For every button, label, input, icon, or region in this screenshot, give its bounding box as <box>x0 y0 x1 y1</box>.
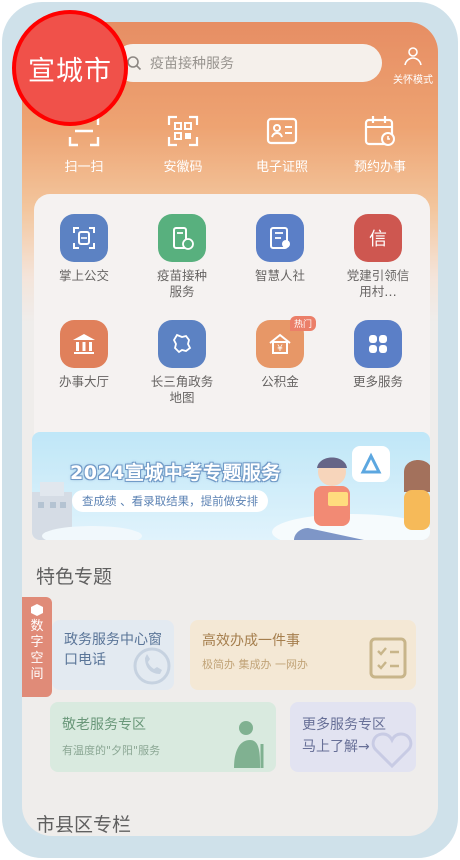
quick-action-e-license[interactable]: 电子证照 <box>230 114 334 175</box>
service-housing-fund[interactable]: 热门 ¥ 公积金 <box>232 316 328 390</box>
service-label: 更多服务 <box>352 374 403 389</box>
elderly-icon <box>234 721 264 768</box>
phone-icon <box>133 647 171 685</box>
credit-icon: 信 <box>354 214 402 262</box>
section-title-county: 市县区专栏 <box>36 814 132 836</box>
city-badge[interactable]: 宣城市 <box>12 10 128 126</box>
search-bar[interactable]: 疫苗接种服务 <box>114 44 382 82</box>
digital-space-tab[interactable]: 数字空间 <box>22 597 52 697</box>
qr-code-icon <box>167 115 199 147</box>
cube-icon <box>31 604 43 616</box>
heart-icon <box>371 732 413 769</box>
care-mode-label: 关怀模式 <box>393 75 433 86</box>
search-icon <box>127 56 142 71</box>
service-yangtze-map[interactable]: 长三角政务地图 <box>134 320 230 406</box>
section-title-featured: 特色专题 <box>36 566 113 588</box>
vaccine-icon <box>158 214 206 262</box>
card-one-thing[interactable]: 高效办成一件事 极简办 集成办 一网办 <box>190 620 416 690</box>
certificate-icon <box>256 214 304 262</box>
hot-badge: 热门 <box>290 316 317 331</box>
quick-action-label: 预约办事 <box>353 160 406 175</box>
service-bus[interactable]: 掌上公交 <box>36 214 132 284</box>
service-vaccine[interactable]: 疫苗接种服务 <box>134 214 230 300</box>
banner-title: 2024宣城中考专题服务 <box>70 462 281 484</box>
service-social-security[interactable]: 智慧人社 <box>232 214 328 284</box>
quick-action-label: 安徽码 <box>163 160 203 175</box>
service-hall[interactable]: 办事大厅 <box>36 320 132 390</box>
hall-icon <box>60 320 108 368</box>
banner-subtitle: 查成绩 、看录取结果，提前做安排 <box>72 490 269 512</box>
card-subtitle: 马上了解→ <box>302 739 370 755</box>
card-elderly-service[interactable]: 敬老服务专区 有温度的"夕阳"服务 <box>50 702 276 772</box>
services-panel: 掌上公交 疫苗接种服务 智慧人社 信 党建引领信用村… 办事大厅 长三角政务地图… <box>34 194 430 454</box>
checklist-icon <box>369 637 407 679</box>
service-label: 党建引领信用村… <box>346 268 410 299</box>
search-placeholder: 疫苗接种服务 <box>150 56 234 72</box>
id-card-icon <box>266 117 298 145</box>
city-label: 宣城市 <box>28 55 112 87</box>
quick-action-label: 扫一扫 <box>64 160 104 175</box>
card-title: 高效办成一件事 <box>202 633 300 649</box>
calendar-icon <box>364 116 395 146</box>
grid-icon <box>354 320 402 368</box>
app-screen: 疫苗接种服务 关怀模式 扫一扫 安徽码 电子证照 预约办事 掌上公交 疫苗接种服… <box>22 22 438 836</box>
user-icon <box>404 47 422 66</box>
bus-card-icon <box>60 214 108 262</box>
service-label: 办事大厅 <box>58 374 109 389</box>
svg-text:信: 信 <box>369 229 387 250</box>
svg-text:¥: ¥ <box>277 344 283 354</box>
side-tab-label: 数字空间 <box>30 619 44 682</box>
card-service-phone[interactable]: 政务服务中心窗口电话 <box>52 620 174 690</box>
card-more-services[interactable]: 更多服务专区 马上了解→ <box>290 702 416 772</box>
service-credit-village[interactable]: 信 党建引领信用村… <box>330 214 426 300</box>
quick-action-label: 电子证照 <box>255 160 308 175</box>
service-label: 长三角政务地图 <box>150 374 214 405</box>
exam-banner[interactable]: 2024宣城中考专题服务 查成绩 、看录取结果，提前做安排 <box>32 432 430 540</box>
card-title: 敬老服务专区 <box>62 717 146 733</box>
map-icon <box>158 320 206 368</box>
service-label: 掌上公交 <box>58 268 109 283</box>
service-label: 智慧人社 <box>254 268 305 283</box>
quick-action-anhui-code[interactable]: 安徽码 <box>131 114 235 175</box>
banner-illustration <box>32 446 430 540</box>
service-label: 公积金 <box>261 374 299 389</box>
service-more[interactable]: 更多服务 <box>330 320 426 390</box>
card-subtitle: 有温度的"夕阳"服务 <box>62 744 161 757</box>
service-label: 疫苗接种服务 <box>156 268 207 299</box>
card-subtitle: 极简办 集成办 一网办 <box>202 658 308 671</box>
quick-action-appointment[interactable]: 预约办事 <box>328 114 432 175</box>
care-mode-button[interactable]: 关怀模式 <box>388 46 438 87</box>
